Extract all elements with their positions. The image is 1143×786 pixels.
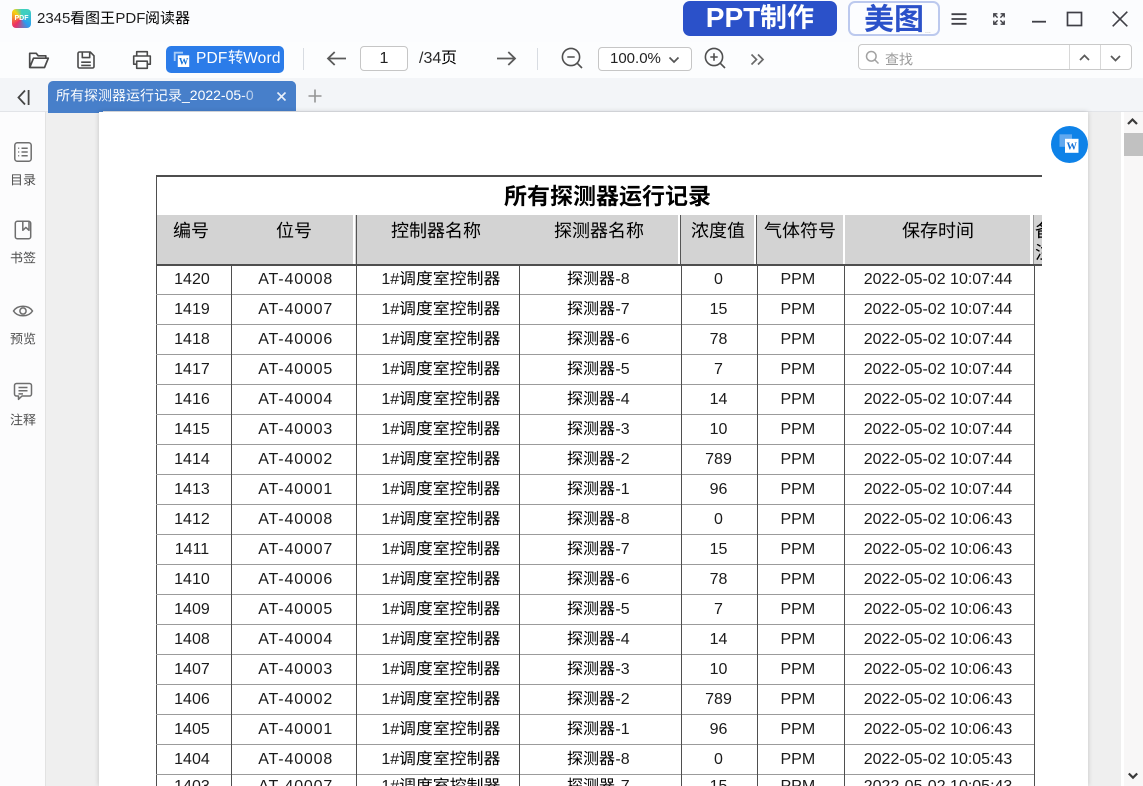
svg-text:W: W bbox=[1067, 142, 1078, 153]
svg-text:W: W bbox=[179, 58, 189, 68]
